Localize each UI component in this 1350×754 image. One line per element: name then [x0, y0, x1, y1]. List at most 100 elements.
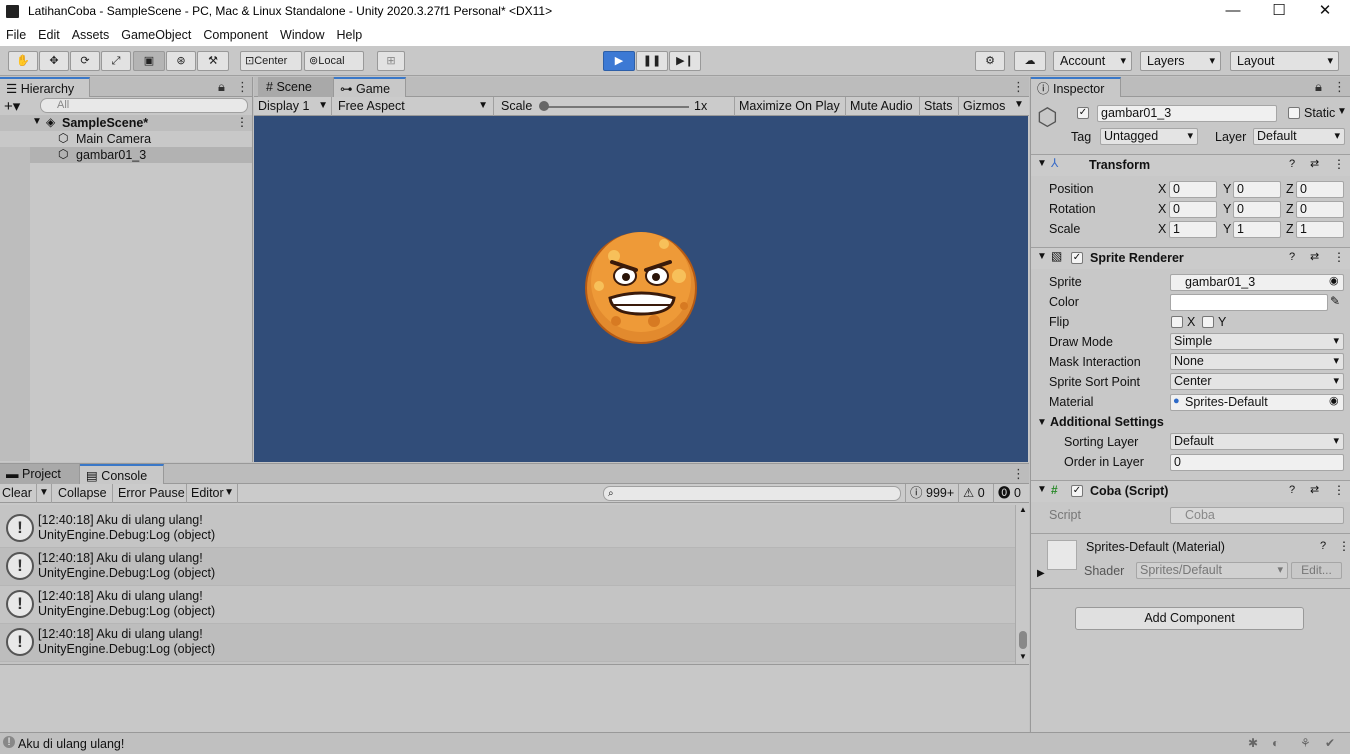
maximize-on-play-toggle[interactable]: Maximize On Play	[734, 97, 844, 116]
object-picker-icon[interactable]: ◉	[1329, 394, 1339, 407]
layout-dropdown[interactable]: Layout	[1230, 51, 1339, 71]
help-icon[interactable]: ?	[1320, 540, 1326, 552]
pause-button[interactable]: ❚❚	[636, 51, 668, 71]
preset-icon[interactable]: ⇄	[1310, 250, 1319, 263]
foldout-icon[interactable]: ▼	[32, 116, 42, 127]
error-pause-toggle[interactable]: Error Pause	[112, 484, 185, 503]
transform-header[interactable]: ▼ ⅄ Transform ? ⇄ ⋮	[1031, 154, 1350, 176]
color-field[interactable]	[1170, 294, 1328, 311]
aspect-dropdown[interactable]: Free Aspect ▼	[334, 97, 494, 116]
log-entry[interactable]: ! [12:40:18] Aku di ulang ulang! UnityEng…	[0, 586, 1015, 624]
kebab-menu-icon[interactable]: ⋮	[1012, 79, 1025, 95]
tab-inspector[interactable]: ⓘ Inspector	[1031, 77, 1121, 97]
hierarchy-item-selected[interactable]: ⬡ gambar01_3	[30, 147, 252, 163]
gizmos-chevron-icon[interactable]: ▼	[1014, 99, 1024, 110]
gizmos-toggle[interactable]: Gizmos	[958, 97, 1009, 116]
shader-dropdown[interactable]: Sprites/Default	[1136, 562, 1288, 579]
rotation-z-field[interactable]: 0	[1296, 201, 1344, 218]
help-icon[interactable]: ?	[1289, 484, 1295, 496]
game-view[interactable]	[254, 116, 1028, 462]
static-chevron-icon[interactable]: ▼	[1337, 106, 1347, 117]
menu-file[interactable]: File	[6, 28, 26, 42]
clear-options-chevron-icon[interactable]: ▼	[36, 484, 52, 503]
help-icon[interactable]: ?	[1289, 251, 1295, 263]
hierarchy-item[interactable]: ⬡ Main Camera	[30, 131, 252, 147]
menu-help[interactable]: Help	[336, 28, 362, 42]
help-icon[interactable]: ?	[1289, 158, 1295, 170]
collapse-toggle[interactable]: Collapse	[58, 486, 107, 500]
scene-kebab-icon[interactable]: ⋮	[236, 115, 248, 129]
tab-scene[interactable]: # Scene	[258, 77, 334, 97]
cloud-icon[interactable]: ☁	[1014, 51, 1046, 71]
position-y-field[interactable]: 0	[1233, 181, 1281, 198]
enabled-checkbox[interactable]: ✓	[1071, 485, 1083, 497]
rotate-tool-icon[interactable]: ⟳	[70, 51, 100, 71]
lock-icon[interactable]: 🔒︎	[1315, 79, 1322, 95]
display-dropdown[interactable]: Display 1 ▼	[254, 97, 332, 116]
pivot-local-button[interactable]: ⊚Local	[304, 51, 364, 71]
play-button[interactable]: ▶	[603, 51, 635, 71]
kebab-menu-icon[interactable]: ⋮	[1333, 79, 1346, 95]
preset-icon[interactable]: ⇄	[1310, 483, 1319, 496]
progress-icon[interactable]: ◐	[1272, 736, 1279, 750]
kebab-menu-icon[interactable]: ⋮	[1333, 250, 1345, 264]
step-button[interactable]: ▶❙	[669, 51, 701, 71]
move-tool-icon[interactable]: ✥	[39, 51, 69, 71]
close-button[interactable]: ✕	[1302, 0, 1348, 24]
kebab-menu-icon[interactable]: ⋮	[1333, 483, 1345, 497]
foldout-icon[interactable]: ▼	[1037, 484, 1047, 495]
auto-generate-icon[interactable]: ✔	[1325, 736, 1335, 750]
menu-window[interactable]: Window	[280, 28, 324, 42]
sprite-renderer-header[interactable]: ▼ ▧ ✓ Sprite Renderer ? ⇄ ⋮	[1031, 247, 1350, 269]
menu-assets[interactable]: Assets	[72, 28, 110, 42]
active-checkbox[interactable]: ✓	[1077, 107, 1089, 119]
lock-icon[interactable]: 🔒︎	[218, 79, 225, 95]
position-x-field[interactable]: 0	[1169, 181, 1217, 198]
foldout-icon[interactable]: ▼	[1037, 158, 1047, 169]
maximize-button[interactable]: ☐	[1256, 0, 1302, 24]
error-count-toggle[interactable]: ⓿ 0	[993, 484, 1021, 503]
tab-game[interactable]: ⊶ Game	[334, 77, 406, 97]
tab-project[interactable]: ▬ Project	[0, 464, 80, 484]
rect-tool-icon[interactable]: ▣	[133, 51, 165, 71]
scale-slider-thumb[interactable]	[539, 101, 549, 111]
network-icon[interactable]: ⚘	[1300, 736, 1311, 750]
kebab-menu-icon[interactable]: ⋮	[236, 79, 249, 95]
object-name-field[interactable]: gambar01_3	[1097, 105, 1277, 122]
tag-dropdown[interactable]: Untagged	[1100, 128, 1198, 145]
bug-icon[interactable]: ✱	[1248, 736, 1258, 750]
hand-tool-icon[interactable]: ✋	[8, 51, 38, 71]
edit-shader-button[interactable]: Edit...	[1291, 562, 1342, 579]
hierarchy-search-input[interactable]: All	[40, 98, 248, 113]
menu-component[interactable]: Component	[203, 28, 268, 42]
object-picker-icon[interactable]: ◉	[1329, 274, 1339, 287]
add-component-button[interactable]: Add Component	[1075, 607, 1304, 630]
transform-tool-icon[interactable]: ⊛	[166, 51, 196, 71]
minimize-button[interactable]: —	[1210, 0, 1256, 24]
mute-audio-toggle[interactable]: Mute Audio	[845, 97, 917, 116]
static-checkbox[interactable]	[1288, 107, 1300, 119]
kebab-menu-icon[interactable]: ⋮	[1338, 539, 1350, 553]
pivot-center-button[interactable]: ⊡Center	[240, 51, 302, 71]
position-z-field[interactable]: 0	[1296, 181, 1344, 198]
menu-gameobject[interactable]: GameObject	[121, 28, 191, 42]
scale-z-field[interactable]: 1	[1296, 221, 1344, 238]
log-entry[interactable]: ! [12:40:18] Aku di ulang ulang! UnityEng…	[0, 624, 1015, 662]
scale-y-field[interactable]: 1	[1233, 221, 1281, 238]
kebab-menu-icon[interactable]: ⋮	[1333, 157, 1345, 171]
menu-edit[interactable]: Edit	[38, 28, 60, 42]
scale-x-field[interactable]: 1	[1169, 221, 1217, 238]
rotation-x-field[interactable]: 0	[1169, 201, 1217, 218]
tab-hierarchy[interactable]: ☰ Hierarchy	[0, 77, 90, 97]
scrollbar-thumb[interactable]	[1019, 631, 1027, 649]
layers-dropdown[interactable]: Layers	[1140, 51, 1221, 71]
console-search-input[interactable]: ⌕	[603, 486, 901, 501]
material-field[interactable]: Sprites-Default	[1170, 394, 1344, 411]
sorting-layer-dropdown[interactable]: Default	[1170, 433, 1344, 450]
collab-icon[interactable]: ⚙	[975, 51, 1005, 71]
flip-y-checkbox[interactable]	[1202, 316, 1214, 328]
draw-mode-dropdown[interactable]: Simple	[1170, 333, 1344, 350]
log-entry[interactable]: ! [12:40:18] Aku di ulang ulang! UnityEng…	[0, 510, 1015, 548]
script-header[interactable]: ▼ # ✓ Coba (Script) ? ⇄ ⋮	[1031, 480, 1350, 502]
kebab-menu-icon[interactable]: ⋮	[1012, 466, 1025, 482]
